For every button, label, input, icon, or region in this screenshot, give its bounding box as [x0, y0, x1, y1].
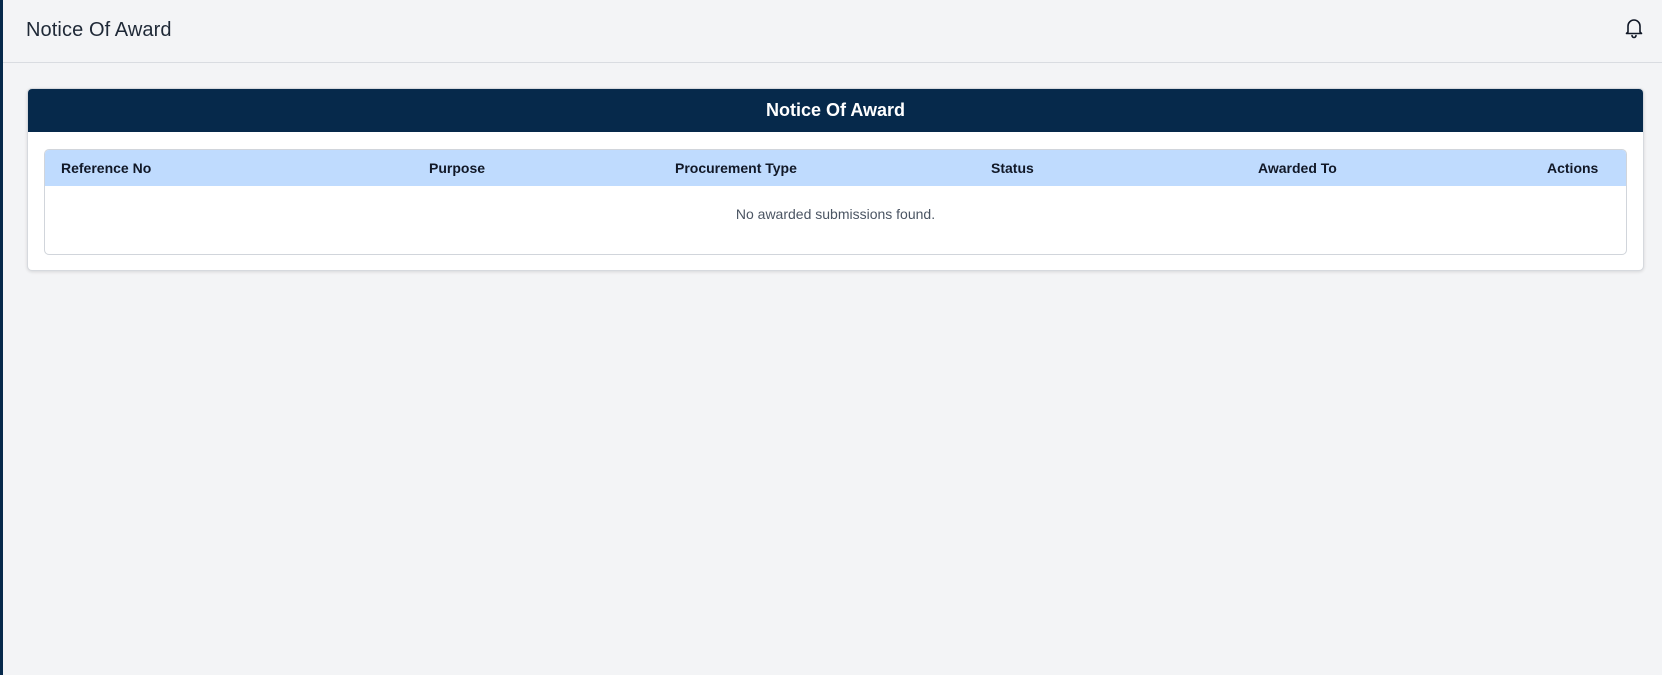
column-header-purpose: Purpose — [429, 160, 486, 176]
notice-of-award-card: Notice Of Award Reference No Purpose Pro… — [27, 88, 1644, 271]
empty-row: No awarded submissions found. — [45, 186, 1626, 254]
table-header-row: Reference No Purpose Procurement Type St… — [45, 150, 1626, 186]
column-header-reference-no: Reference No — [61, 160, 152, 176]
column-header-procurement-type: Procurement Type — [675, 160, 797, 176]
bell-icon[interactable] — [1622, 15, 1646, 39]
column-header-status: Status — [991, 160, 1034, 176]
page-title: Notice Of Award — [26, 19, 172, 41]
column-header-awarded-to: Awarded To — [1258, 160, 1337, 176]
column-header-actions: Actions — [1547, 160, 1599, 176]
awards-table: Reference No Purpose Procurement Type St… — [44, 149, 1627, 255]
card-title: Notice Of Award — [28, 89, 1643, 132]
app-frame: Notice Of Award Notice Of Award Referenc… — [0, 0, 1662, 675]
empty-message: No awarded submissions found. — [735, 206, 936, 222]
top-bar: Notice Of Award — [3, 0, 1662, 63]
